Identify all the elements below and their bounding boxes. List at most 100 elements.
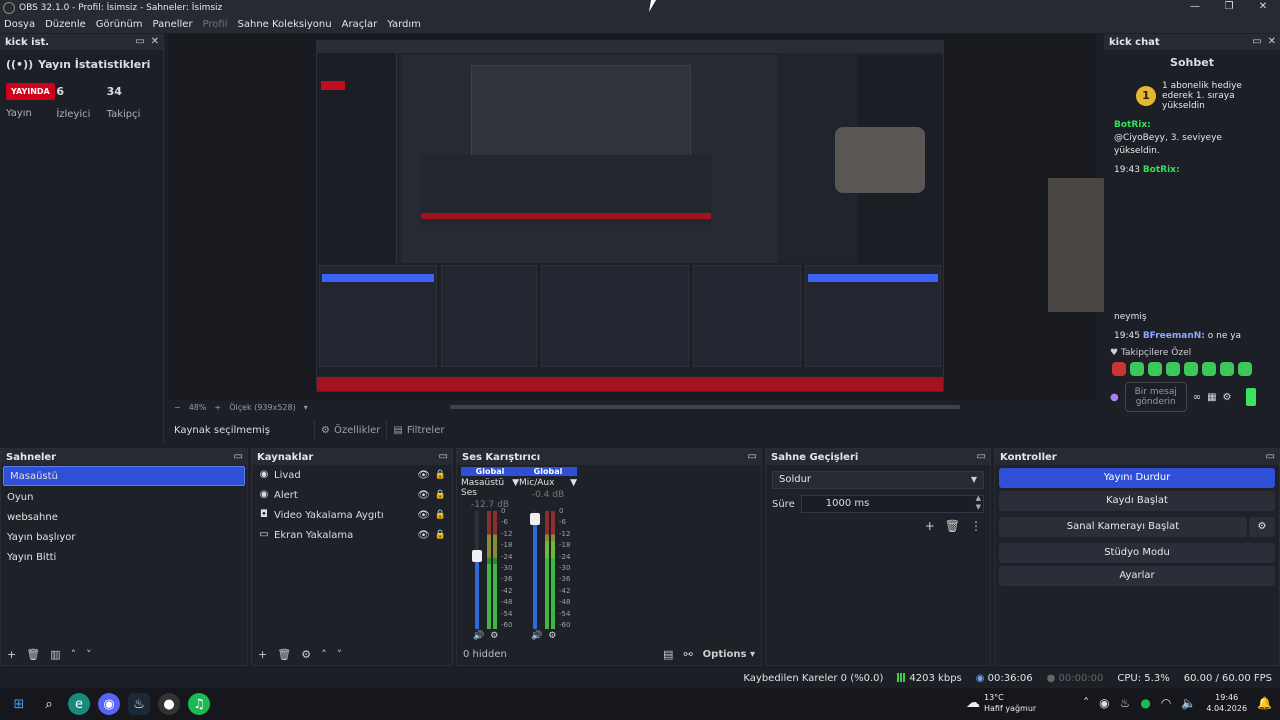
volume-slider[interactable] [472, 511, 482, 629]
menu-help[interactable]: Yardım [387, 19, 421, 30]
trash-icon[interactable]: 🗑 [26, 648, 40, 661]
add-icon[interactable]: + [258, 648, 267, 661]
store-icon[interactable]: ▦ [1207, 392, 1216, 403]
more-icon[interactable]: ⋮ [970, 519, 982, 533]
start-record-button[interactable]: Kaydı Başlat [999, 491, 1275, 511]
scale-dropdown-icon[interactable]: ▾ [304, 403, 308, 412]
float-icon[interactable]: ▭ [135, 36, 144, 47]
trash-icon[interactable]: 🗑 [945, 519, 960, 533]
windows-start-icon[interactable]: ⊞ [8, 693, 30, 715]
edge-browser-icon[interactable]: e [68, 693, 90, 715]
volume-slider-handle[interactable] [530, 513, 540, 526]
chevron-down-icon[interactable]: ▼ [512, 478, 519, 498]
emote-icon[interactable] [1112, 362, 1126, 376]
spotify-icon[interactable]: ♫ [188, 693, 210, 715]
menu-tools[interactable]: Araçlar [342, 19, 378, 30]
float-icon[interactable]: ▭ [439, 451, 448, 462]
studio-mode-button[interactable]: Stüdyo Modu [999, 543, 1275, 563]
source-item[interactable]: ▭ Ekran Yakalama 👁 🔒 [252, 525, 452, 545]
minimize-button[interactable]: — [1178, 0, 1212, 16]
tray-spotify-icon[interactable]: ● [1140, 696, 1150, 710]
notification-icon[interactable]: 🔔 [1257, 696, 1272, 710]
link-icon[interactable]: ∞ [1193, 392, 1201, 403]
visibility-eye-icon[interactable]: 👁 [417, 530, 430, 541]
tray-steam-icon[interactable]: ♨ [1120, 696, 1131, 710]
canvas-scale[interactable]: Ölçek (939x528) [229, 403, 296, 412]
send-button[interactable] [1245, 388, 1256, 406]
link-icon[interactable]: ⚯ [683, 648, 692, 661]
duration-spinbox[interactable]: 1000 ms ▲ ▼ [800, 494, 984, 513]
scene-item[interactable]: Yayın başlıyor [1, 527, 247, 547]
scene-item[interactable]: Yayın Bitti [1, 547, 247, 567]
scene-item[interactable]: Masaüstü [3, 466, 245, 486]
lock-icon[interactable]: 🔒 [435, 490, 446, 500]
arrow-down-icon[interactable]: ˅ [337, 648, 343, 661]
close-icon[interactable]: ✕ [1268, 36, 1276, 47]
source-item[interactable]: ◉ Alert 👁 🔒 [252, 485, 452, 505]
menu-file[interactable]: Dosya [4, 19, 35, 30]
steam-icon[interactable]: ♨ [128, 693, 150, 715]
tray-volume-icon[interactable]: 🔈 [1181, 696, 1196, 710]
chat-username[interactable]: BotRix: [1143, 165, 1180, 175]
menu-edit[interactable]: Düzenle [45, 19, 86, 30]
channel-gear-icon[interactable]: ⚙ [548, 631, 556, 641]
float-icon[interactable]: ▭ [1266, 451, 1275, 462]
emote-icon[interactable] [1220, 362, 1234, 376]
float-icon[interactable]: ▭ [748, 451, 757, 462]
add-icon[interactable]: + [7, 648, 16, 661]
search-icon[interactable]: ⌕ [38, 693, 60, 715]
emote-icon[interactable] [1166, 362, 1180, 376]
volume-slider[interactable] [530, 511, 540, 629]
float-icon[interactable]: ▭ [977, 451, 986, 462]
chat-username[interactable]: BotRix: [1114, 120, 1151, 130]
volume-slider-handle[interactable] [472, 549, 482, 562]
lock-icon[interactable]: 🔒 [435, 470, 446, 480]
weather-widget[interactable]: ☁ 13°C Hafif yağmur [966, 692, 1036, 714]
filters-button[interactable]: ▤ Filtreler [386, 420, 450, 440]
tray-wifi-icon[interactable]: ◠ [1161, 696, 1171, 710]
emote-icon[interactable] [1148, 362, 1162, 376]
add-icon[interactable]: + [925, 519, 935, 533]
float-icon[interactable]: ▭ [1252, 36, 1261, 47]
tray-chevron-icon[interactable]: ˄ [1083, 696, 1089, 710]
settings-button[interactable]: Ayarlar [999, 566, 1275, 586]
trash-icon[interactable]: 🗑 [277, 648, 291, 661]
source-item[interactable]: ◉ Livad 👁 🔒 [252, 465, 452, 485]
transition-select[interactable]: Soldur ▼ [772, 471, 984, 489]
visibility-eye-icon[interactable]: 👁 [417, 510, 430, 521]
gear-icon[interactable]: ⚙ [301, 648, 311, 661]
menu-scene-collection[interactable]: Sahne Koleksiyonu [238, 19, 332, 30]
visibility-eye-icon[interactable]: 👁 [417, 490, 430, 501]
mixer-channel-name[interactable]: Masaüstü Ses ▼ [461, 478, 519, 498]
zoom-in-button[interactable]: + [214, 403, 221, 412]
virtual-camera-button[interactable]: Sanal Kamerayı Başlat [999, 517, 1247, 537]
properties-button[interactable]: ⚙ Özellikler [314, 420, 386, 440]
zoom-out-button[interactable]: − [174, 403, 181, 412]
chat-username[interactable]: BFreemanN: [1143, 331, 1205, 341]
mute-speaker-icon[interactable]: 🔊 [473, 631, 484, 641]
layout-icon[interactable]: ▤ [663, 648, 673, 661]
obs-icon[interactable]: ● [158, 693, 180, 715]
emote-picker-icon[interactable]: ● [1110, 392, 1119, 403]
lock-icon[interactable]: 🔒 [435, 510, 446, 520]
chat-input[interactable]: Bir mesaj gönderin [1124, 382, 1187, 412]
scene-item[interactable]: Oyun [1, 487, 247, 507]
menu-profile[interactable]: Profil [203, 19, 228, 30]
emote-icon[interactable] [1184, 362, 1198, 376]
channel-gear-icon[interactable]: ⚙ [490, 631, 498, 641]
emote-icon[interactable] [1238, 362, 1252, 376]
emote-icon[interactable] [1130, 362, 1144, 376]
mixer-channel-name[interactable]: Mic/Aux ▼ [519, 478, 577, 488]
stop-stream-button[interactable]: Yayını Durdur [999, 468, 1275, 488]
maximize-button[interactable]: ❐ [1212, 0, 1246, 16]
virtual-camera-settings-button[interactable]: ⚙ [1249, 517, 1275, 537]
tray-discord-icon[interactable]: ◉ [1099, 696, 1109, 710]
menu-view[interactable]: Görünüm [96, 19, 143, 30]
settings-icon[interactable]: ⚙ [1223, 392, 1232, 403]
chat-tab[interactable]: Sohbet [1104, 50, 1280, 77]
spin-arrows-icon[interactable]: ▲ ▼ [976, 494, 981, 512]
close-icon[interactable]: ✕ [151, 36, 159, 47]
close-button[interactable]: ✕ [1246, 0, 1280, 16]
arrow-down-icon[interactable]: ˅ [86, 648, 92, 661]
discord-icon[interactable]: ◉ [98, 693, 120, 715]
